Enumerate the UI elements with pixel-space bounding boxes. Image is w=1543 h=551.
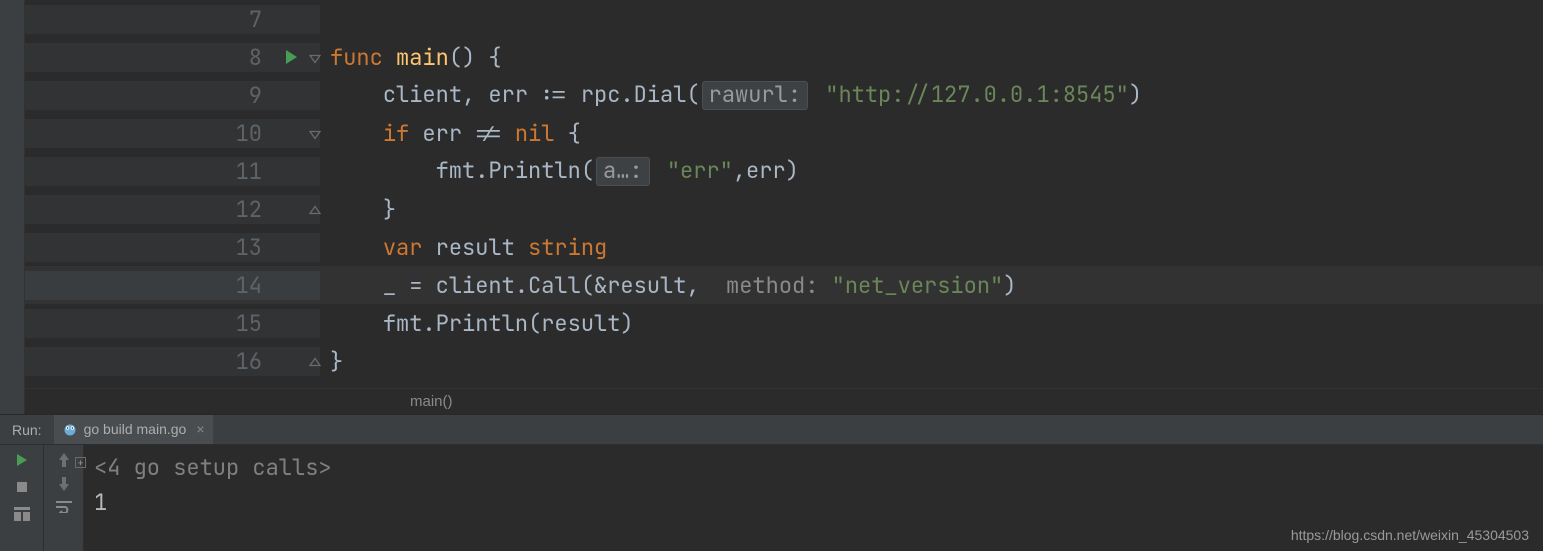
code-content[interactable]: fmt.Println(a…: "err",err)	[320, 156, 799, 186]
gutter[interactable]: 11	[25, 157, 320, 186]
gutter[interactable]: 12	[25, 195, 320, 224]
editor-lines[interactable]: 7 8 func main() { 9 client, err := rpc.Dial…	[25, 0, 1543, 388]
line-number: 13	[234, 233, 262, 262]
line-number: 12	[234, 195, 262, 224]
fold-icon[interactable]	[309, 195, 321, 224]
ide-root: 7 8 func main() { 9 client, err := rpc.Dial…	[0, 0, 1543, 551]
editor-line[interactable]: 14 _ = client.Call(&result, method: "net…	[25, 266, 1543, 304]
console-output-text: 1	[94, 488, 1533, 517]
line-number: 11	[234, 157, 262, 186]
editor-line[interactable]: 11 fmt.Println(a…: "err",err)	[25, 152, 1543, 190]
param-hint: a…:	[596, 157, 650, 186]
code-editor[interactable]: 7 8 func main() { 9 client, err := rpc.Dial…	[25, 0, 1543, 414]
soft-wrap-icon[interactable]	[56, 501, 72, 513]
code-content[interactable]: func main() {	[320, 43, 502, 72]
project-tool-strip[interactable]	[0, 0, 25, 414]
fold-icon[interactable]	[309, 347, 321, 376]
expand-icon[interactable]: +	[75, 457, 86, 468]
editor-line[interactable]: 13 var result string	[25, 228, 1543, 266]
layout-icon[interactable]	[14, 507, 30, 521]
watermark-text: https://blog.csdn.net/weixin_45304503	[1291, 527, 1529, 543]
editor-line[interactable]: 9 client, err := rpc.Dial(rawurl: "http:…	[25, 76, 1543, 114]
run-header: Run: go build main.go ×	[0, 415, 1543, 445]
line-number: 14	[234, 271, 262, 300]
run-panel: Run: go build main.go ×	[0, 414, 1543, 551]
code-content[interactable]: client, err := rpc.Dial(rawurl: "http://…	[320, 80, 1142, 110]
arrow-up-icon[interactable]	[58, 453, 70, 467]
run-label: Run:	[0, 422, 54, 438]
close-icon[interactable]: ×	[196, 421, 204, 437]
fold-icon[interactable]	[309, 119, 321, 148]
gutter[interactable]: 9	[25, 81, 320, 110]
editor-area: 7 8 func main() { 9 client, err := rpc.Dial…	[0, 0, 1543, 414]
console-output[interactable]: + <4 go setup calls> 1 https://blog.csdn…	[84, 445, 1543, 551]
gutter[interactable]: 8	[25, 43, 320, 72]
code-content[interactable]: }	[320, 195, 396, 224]
line-number: 7	[234, 5, 262, 34]
gutter[interactable]: 7	[25, 5, 320, 34]
line-number: 15	[234, 309, 262, 338]
run-toolbar-left	[0, 445, 44, 551]
breadcrumb-item[interactable]: main()	[410, 393, 453, 410]
rerun-icon[interactable]	[15, 453, 29, 467]
stop-icon[interactable]	[16, 481, 28, 493]
go-gopher-icon	[62, 421, 78, 437]
gutter[interactable]: 10	[25, 119, 320, 148]
editor-line[interactable]: 15 fmt.Println(result)	[25, 304, 1543, 342]
gutter[interactable]: 13	[25, 233, 320, 262]
editor-line[interactable]: 10 if err != nil {	[25, 114, 1543, 152]
code-content[interactable]: _ = client.Call(&result, method: "net_ve…	[320, 271, 1016, 300]
gutter[interactable]: 15	[25, 309, 320, 338]
line-number: 8	[234, 43, 262, 72]
editor-line[interactable]: 12 }	[25, 190, 1543, 228]
run-gutter-icon[interactable]	[283, 49, 299, 65]
param-hint: rawurl:	[702, 81, 808, 110]
run-body: + <4 go setup calls> 1 https://blog.csdn…	[0, 445, 1543, 551]
breadcrumb[interactable]: main()	[25, 388, 1543, 414]
gutter[interactable]: 16	[25, 347, 320, 376]
line-number: 16	[234, 347, 262, 376]
arrow-down-icon[interactable]	[58, 477, 70, 491]
code-content[interactable]: fmt.Println(result)	[320, 309, 634, 338]
line-number: 10	[234, 119, 262, 148]
run-tab[interactable]: go build main.go ×	[54, 415, 213, 444]
code-content[interactable]: var result string	[320, 233, 607, 262]
code-content[interactable]: }	[320, 347, 343, 376]
fold-icon[interactable]	[309, 43, 321, 72]
editor-line[interactable]: 8 func main() {	[25, 38, 1543, 76]
line-number: 9	[234, 81, 262, 110]
gutter[interactable]: 14	[25, 271, 320, 300]
run-tab-title: go build main.go	[84, 421, 187, 437]
console-setup-line: <4 go setup calls>	[94, 453, 332, 482]
editor-line[interactable]: 16}	[25, 342, 1543, 380]
code-content[interactable]: if err != nil {	[320, 119, 581, 148]
editor-line[interactable]: 7	[25, 0, 1543, 38]
